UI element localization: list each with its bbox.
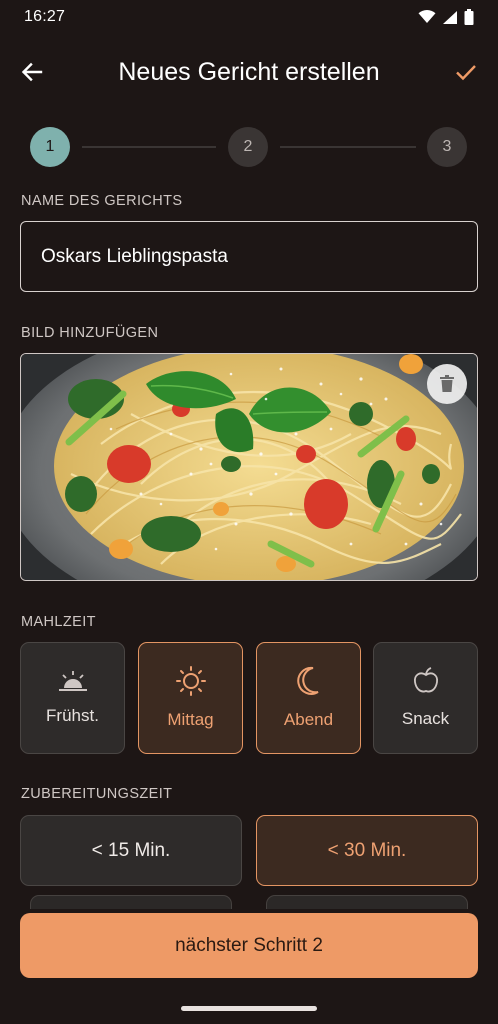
app-bar: Neues Gericht erstellen: [0, 44, 498, 100]
meal-option-label: Frühst.: [46, 706, 99, 725]
time-option-peek[interactable]: [30, 895, 232, 909]
meal-label: MAHLZEIT: [21, 614, 96, 630]
status-bar: 16:27: [0, 0, 498, 34]
check-icon: [456, 65, 476, 81]
status-time: 16:27: [24, 8, 66, 25]
apple-icon: [413, 667, 438, 693]
dish-image[interactable]: [20, 353, 478, 581]
time-option-30[interactable]: < 30 Min.: [256, 815, 478, 886]
step-3[interactable]: 3: [427, 127, 467, 167]
meal-option-dinner[interactable]: Abend: [256, 642, 361, 754]
prep-time-label: ZUBEREITUNGSZEIT: [21, 786, 173, 802]
arrow-left-icon: [21, 62, 43, 82]
pasta-image: [21, 354, 477, 580]
status-icons: [418, 9, 474, 25]
wifi-icon: [418, 10, 436, 23]
back-button[interactable]: [18, 58, 46, 86]
meal-option-label: Abend: [283, 710, 334, 729]
time-option-peek[interactable]: [266, 895, 468, 909]
home-indicator[interactable]: [181, 1006, 317, 1011]
moon-icon: [296, 666, 319, 695]
battery-icon: [464, 9, 474, 25]
image-label: BILD HINZUFÜGEN: [21, 325, 159, 341]
meal-option-snack[interactable]: Snack: [373, 642, 478, 754]
meal-option-breakfast[interactable]: Frühst.: [20, 642, 125, 754]
trash-icon: [440, 375, 454, 392]
dish-name-value: Oskars Lieblingspasta: [41, 245, 228, 267]
time-option-15[interactable]: < 15 Min.: [20, 815, 242, 886]
signal-icon: [443, 10, 457, 24]
step-connector: [82, 146, 216, 148]
dish-name-input[interactable]: Oskars Lieblingspasta: [20, 221, 478, 292]
meal-options: Frühst. Mittag Abend Snack: [20, 642, 478, 754]
step-1[interactable]: 1: [30, 127, 70, 167]
next-step-button[interactable]: nächster Schritt 2: [20, 913, 478, 978]
sunrise-icon: [58, 671, 87, 691]
name-label: NAME DES GERICHTS: [21, 193, 183, 209]
step-connector: [280, 146, 416, 148]
meal-option-label: Snack: [401, 709, 450, 728]
meal-option-label: Mittag: [167, 710, 214, 729]
page-title: Neues Gericht erstellen: [118, 57, 380, 86]
stepper: 1 2 3: [30, 127, 468, 167]
meal-option-lunch[interactable]: Mittag: [138, 642, 243, 754]
delete-image-button[interactable]: [427, 364, 467, 404]
sun-icon: [175, 666, 206, 696]
confirm-button[interactable]: [452, 58, 480, 86]
step-2[interactable]: 2: [228, 127, 268, 167]
